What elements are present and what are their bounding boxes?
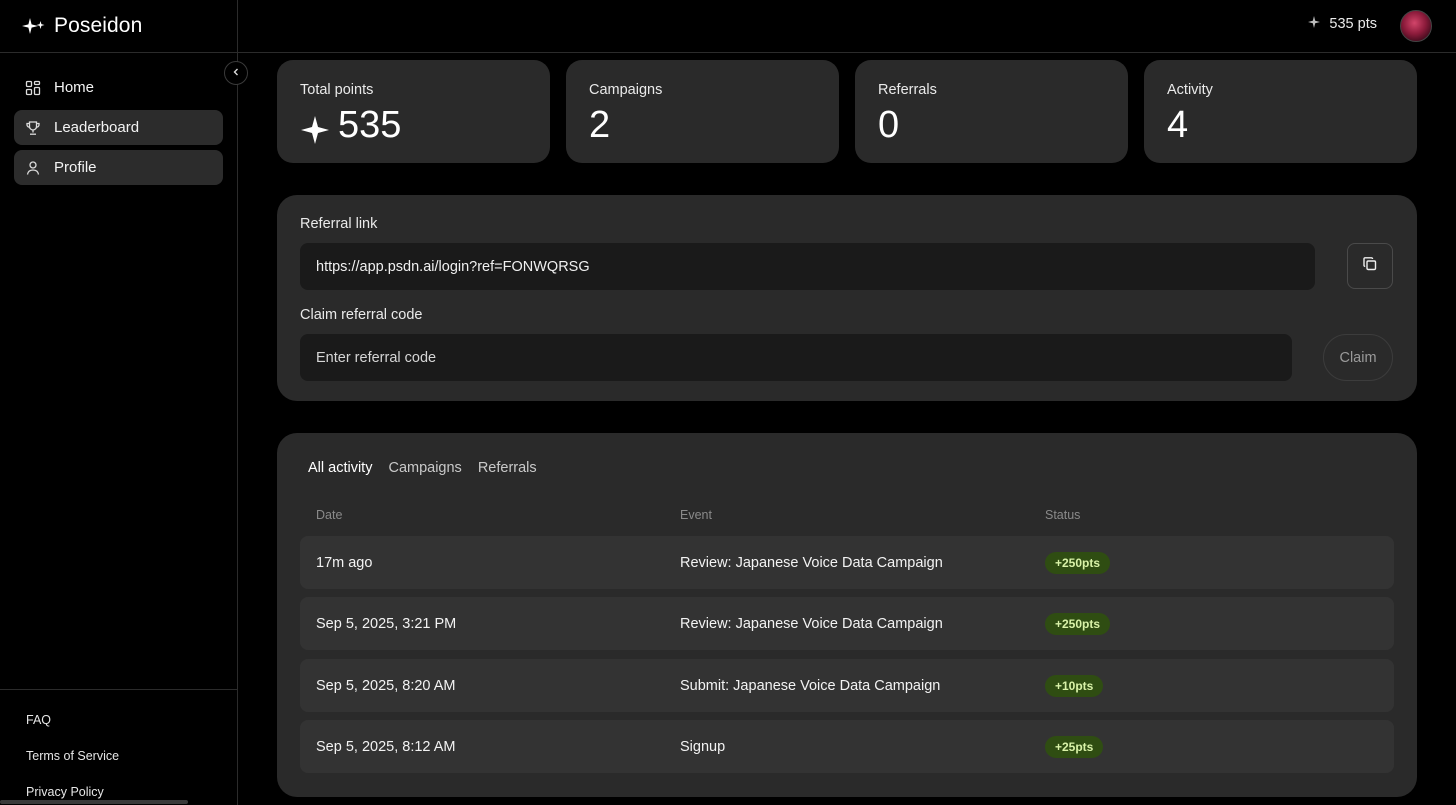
referral-link-field[interactable]: https://app.psdn.ai/login?ref=FONWQRSG <box>300 243 1315 290</box>
row-status: +250pts <box>1045 597 1111 650</box>
stat-card-activity: Activity 4 <box>1144 60 1417 163</box>
copy-button[interactable] <box>1347 243 1393 289</box>
row-status: +10pts <box>1045 659 1104 712</box>
sidebar-item-label: Home <box>54 79 95 96</box>
tab-referrals[interactable]: Referrals <box>478 460 537 476</box>
brand-logo[interactable]: Poseidon <box>22 14 142 38</box>
stat-card-total-points: Total points 535 <box>277 60 550 163</box>
copy-icon <box>1362 256 1378 277</box>
sidebar: Poseidon Home Leaderboard Profile FAQ Te… <box>0 0 238 805</box>
app-root: Poseidon Home Leaderboard Profile FAQ Te… <box>0 0 1456 805</box>
top-bar: 535 pts <box>238 0 1456 53</box>
stat-card-referrals: Referrals 0 <box>855 60 1128 163</box>
faq-link[interactable]: FAQ <box>26 712 119 728</box>
sparkle-icon <box>1308 16 1321 32</box>
sparkles-icon <box>22 14 46 38</box>
avatar[interactable] <box>1400 10 1432 42</box>
sidebar-item-home[interactable]: Home <box>14 70 223 105</box>
row-date: 17m ago <box>316 554 373 571</box>
sidebar-item-label: Profile <box>54 159 97 176</box>
stat-value: 2 <box>589 104 611 146</box>
stats-row: Total points 535 Campaigns 2 Referrals 0… <box>277 60 1417 163</box>
terms-of-service-link[interactable]: Terms of Service <box>26 748 119 764</box>
sparkle-icon <box>300 110 330 144</box>
user-icon <box>25 160 41 176</box>
referral-link-label: Referral link <box>300 216 378 232</box>
stat-label: Activity <box>1167 82 1213 98</box>
total-points-value: 535 <box>338 104 402 146</box>
row-event: Signup <box>680 738 726 755</box>
brand-name: Poseidon <box>54 14 143 37</box>
tab-campaigns[interactable]: Campaigns <box>388 460 461 476</box>
claim-referral-label: Claim referral code <box>300 307 423 323</box>
status-badge: +25pts <box>1045 735 1104 758</box>
row-status: +250pts <box>1045 536 1111 589</box>
table-row[interactable]: Sep 5, 2025, 3:21 PM Review: Japanese Vo… <box>300 597 1394 650</box>
row-date: Sep 5, 2025, 8:12 AM <box>316 738 456 755</box>
collapse-sidebar-button[interactable] <box>224 61 248 85</box>
sidebar-nav: Home Leaderboard Profile <box>14 70 223 185</box>
table-row[interactable]: Sep 5, 2025, 8:12 AM Signup +25pts <box>300 720 1394 773</box>
tab-all-activity[interactable]: All activity <box>308 460 372 476</box>
scrollbar[interactable] <box>0 800 188 804</box>
row-date: Sep 5, 2025, 8:20 AM <box>316 677 456 694</box>
row-date: Sep 5, 2025, 3:21 PM <box>316 615 457 632</box>
sidebar-footer: FAQ Terms of Service Privacy Policy <box>26 712 119 800</box>
sidebar-divider <box>0 52 238 53</box>
table-header: Date Event Status <box>300 508 1394 526</box>
sidebar-item-profile[interactable]: Profile <box>14 150 223 185</box>
points-indicator[interactable]: 535 pts <box>1308 16 1377 32</box>
activity-tabs: All activity Campaigns Referrals <box>308 460 537 476</box>
claim-button[interactable]: Claim <box>1323 334 1393 381</box>
row-event: Review: Japanese Voice Data Campaign <box>680 554 943 571</box>
stat-label: Campaigns <box>589 82 663 98</box>
activity-panel: All activity Campaigns Referrals Date Ev… <box>277 433 1417 797</box>
row-event: Review: Japanese Voice Data Campaign <box>680 615 943 632</box>
stat-value: 0 <box>878 104 900 146</box>
stat-value: 535 <box>300 102 527 148</box>
sidebar-item-leaderboard[interactable]: Leaderboard <box>14 110 223 145</box>
column-header-date: Date <box>316 508 343 522</box>
sidebar-divider <box>0 689 238 690</box>
chevron-left-icon <box>231 64 241 82</box>
row-event: Submit: Japanese Voice Data Campaign <box>680 677 941 694</box>
row-status: +25pts <box>1045 720 1104 773</box>
grid-icon <box>25 80 41 96</box>
status-badge: +250pts <box>1045 551 1111 574</box>
column-header-status: Status <box>1045 508 1081 522</box>
table-row[interactable]: 17m ago Review: Japanese Voice Data Camp… <box>300 536 1394 589</box>
trophy-icon <box>25 120 41 136</box>
stat-card-campaigns: Campaigns 2 <box>566 60 839 163</box>
sidebar-item-label: Leaderboard <box>54 119 140 136</box>
status-badge: +10pts <box>1045 674 1104 697</box>
stat-label: Total points <box>300 82 374 98</box>
stat-value: 4 <box>1167 104 1189 146</box>
referral-panel: Referral link https://app.psdn.ai/login?… <box>277 195 1417 401</box>
referral-code-input[interactable] <box>300 334 1292 381</box>
stat-label: Referrals <box>878 82 937 98</box>
column-header-event: Event <box>680 508 712 522</box>
privacy-policy-link[interactable]: Privacy Policy <box>26 784 119 800</box>
table-row[interactable]: Sep 5, 2025, 8:20 AM Submit: Japanese Vo… <box>300 659 1394 712</box>
points-value: 535 pts <box>1329 16 1377 32</box>
status-badge: +250pts <box>1045 612 1111 635</box>
